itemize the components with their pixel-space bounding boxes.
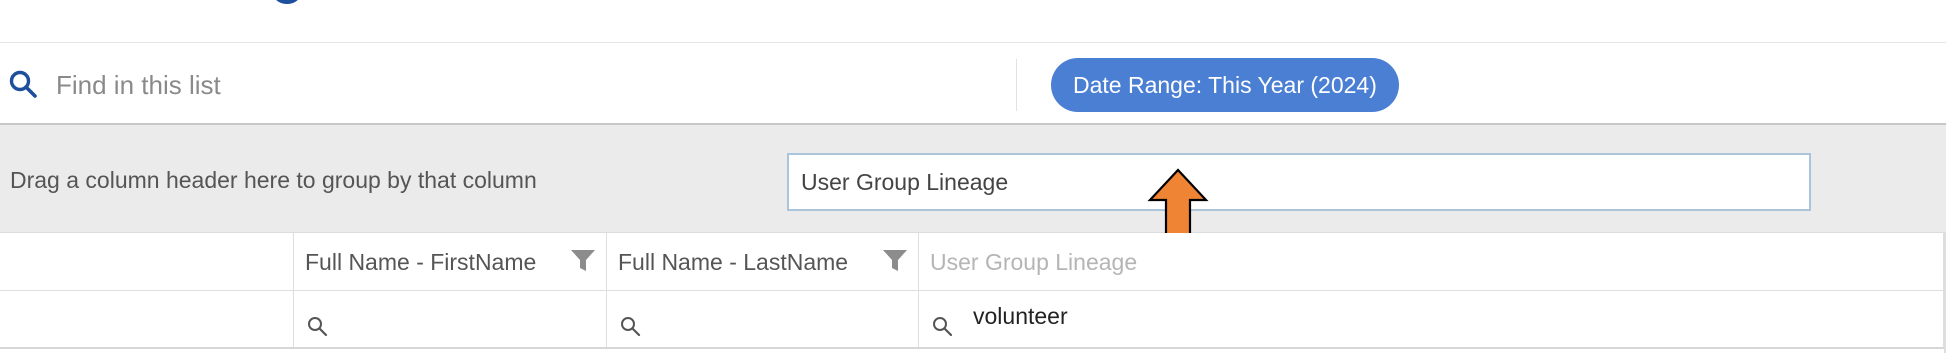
search-icon <box>933 317 953 337</box>
group-by-hint: Drag a column header here to group by th… <box>10 167 537 193</box>
filter-cell-blank <box>0 291 294 347</box>
column-header-user-group-lineage[interactable]: User Group Lineage <box>919 233 1944 290</box>
list-toolbar: Date Range: This Year (2024) <box>0 43 1946 125</box>
column-header-label: Full Name - FirstName <box>305 249 537 275</box>
search-icon[interactable] <box>8 69 38 99</box>
top-header-strip <box>0 0 1946 43</box>
group-by-panel[interactable]: Drag a column header here to group by th… <box>0 125 1946 233</box>
find-in-list-input[interactable] <box>56 65 956 105</box>
filter-cell-lastname[interactable] <box>607 291 919 347</box>
grid-filter-row <box>0 291 1946 349</box>
column-header-firstname[interactable]: Full Name - FirstName <box>294 233 607 290</box>
firstname-filter-input[interactable] <box>348 305 588 335</box>
search-icon <box>621 317 641 337</box>
funnel-icon[interactable] <box>570 249 596 273</box>
user-group-lineage-filter-input[interactable] <box>973 301 1213 331</box>
search-icon <box>308 317 328 337</box>
grid-header-row: Full Name - FirstName Full Name - LastNa… <box>0 233 1946 291</box>
column-header-blank <box>0 233 294 290</box>
column-header-lastname[interactable]: Full Name - LastName <box>607 233 919 290</box>
filter-cell-user-group-lineage[interactable] <box>919 291 1944 347</box>
date-range-filter-chip[interactable]: Date Range: This Year (2024) <box>1051 58 1399 112</box>
column-header-label: Full Name - LastName <box>618 249 849 275</box>
filter-cell-firstname[interactable] <box>294 291 607 347</box>
data-grid: Full Name - FirstName Full Name - LastNa… <box>0 233 1946 353</box>
toolbar-divider <box>1016 59 1017 111</box>
page-title-fragment <box>272 0 302 4</box>
lastname-filter-input[interactable] <box>661 305 901 335</box>
column-header-label: User Group Lineage <box>930 249 1138 275</box>
dragged-column-label: User Group Lineage <box>801 169 1009 195</box>
dragged-column-header[interactable]: User Group Lineage <box>787 153 1811 211</box>
funnel-icon[interactable] <box>882 249 908 273</box>
